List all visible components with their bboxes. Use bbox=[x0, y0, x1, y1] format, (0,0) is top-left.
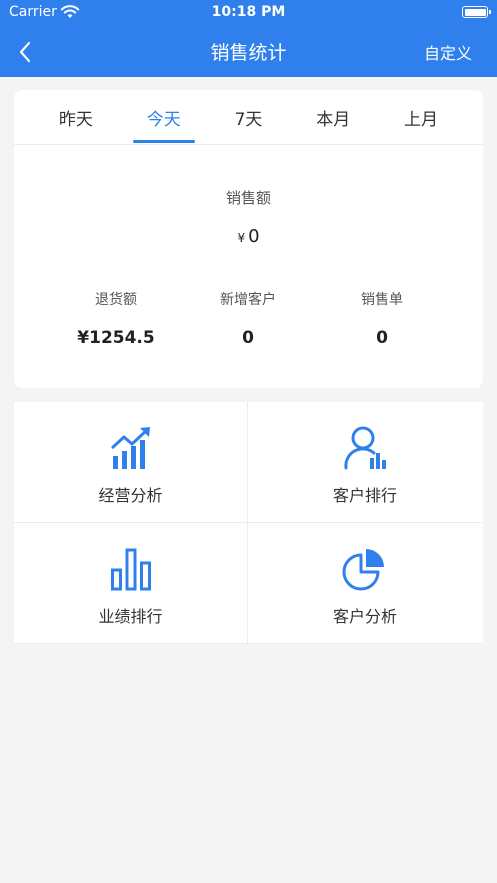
pie-chart-icon bbox=[342, 549, 384, 591]
menu-business-analysis[interactable]: 经营分析 bbox=[14, 402, 248, 523]
stat-label: 新增客户 bbox=[220, 292, 276, 308]
date-tabs: 昨天 今天 7天 本月 上月 bbox=[14, 90, 483, 145]
tab-yesterday[interactable]: 昨天 bbox=[49, 99, 103, 136]
page-title: 销售统计 bbox=[210, 42, 287, 64]
stat-value: ¥1254.5 bbox=[77, 328, 155, 348]
stat-label: 销售单 bbox=[361, 292, 403, 308]
menu-grid: 经营分析 客户排行 业绩排行 客户分析 bbox=[14, 402, 483, 644]
stat-returns: 退货额 ¥1254.5 bbox=[41, 289, 191, 348]
battery-icon bbox=[462, 6, 491, 18]
status-time: 10:18 PM bbox=[211, 4, 286, 20]
stat-sales-orders: 销售单 0 bbox=[307, 289, 457, 348]
menu-label: 经营分析 bbox=[98, 486, 163, 505]
tab-last-month[interactable]: 上月 bbox=[394, 99, 448, 136]
bar-chart-icon bbox=[110, 548, 151, 591]
menu-label: 业绩排行 bbox=[98, 607, 163, 626]
menu-customer-analysis[interactable]: 客户分析 bbox=[248, 523, 482, 644]
nav-bar: 销售统计 自定义 bbox=[0, 26, 497, 77]
tab-7-days[interactable]: 7天 bbox=[225, 99, 273, 136]
tab-today[interactable]: 今天 bbox=[132, 99, 195, 143]
stat-value: 0 bbox=[376, 328, 388, 348]
sales-amount-value: ¥0 bbox=[14, 226, 483, 247]
trend-chart-icon bbox=[110, 427, 150, 469]
sales-amount-label: 销售额 bbox=[225, 189, 271, 207]
summary-card: 昨天 今天 7天 本月 上月 销售额 ¥0 退货额 ¥1254.5 新增客户 0… bbox=[14, 90, 483, 388]
menu-customer-ranking[interactable]: 客户排行 bbox=[248, 402, 482, 523]
user-ranking-icon bbox=[344, 426, 386, 470]
sales-amount-number: 0 bbox=[248, 226, 260, 247]
menu-performance-ranking[interactable]: 业绩排行 bbox=[14, 523, 248, 644]
menu-label: 客户分析 bbox=[332, 607, 397, 626]
stat-value: 0 bbox=[242, 328, 254, 348]
currency-symbol: ¥ bbox=[237, 231, 246, 245]
menu-label: 客户排行 bbox=[332, 486, 397, 505]
customize-button[interactable]: 自定义 bbox=[424, 40, 472, 64]
stat-new-customers: 新增客户 0 bbox=[173, 289, 323, 348]
stat-label: 退货额 bbox=[95, 292, 137, 308]
top-bar: Carrier 10:18 PM 销售统计 自定义 bbox=[0, 0, 497, 77]
tab-this-month[interactable]: 本月 bbox=[306, 99, 360, 136]
status-bar: Carrier 10:18 PM bbox=[0, 0, 497, 26]
